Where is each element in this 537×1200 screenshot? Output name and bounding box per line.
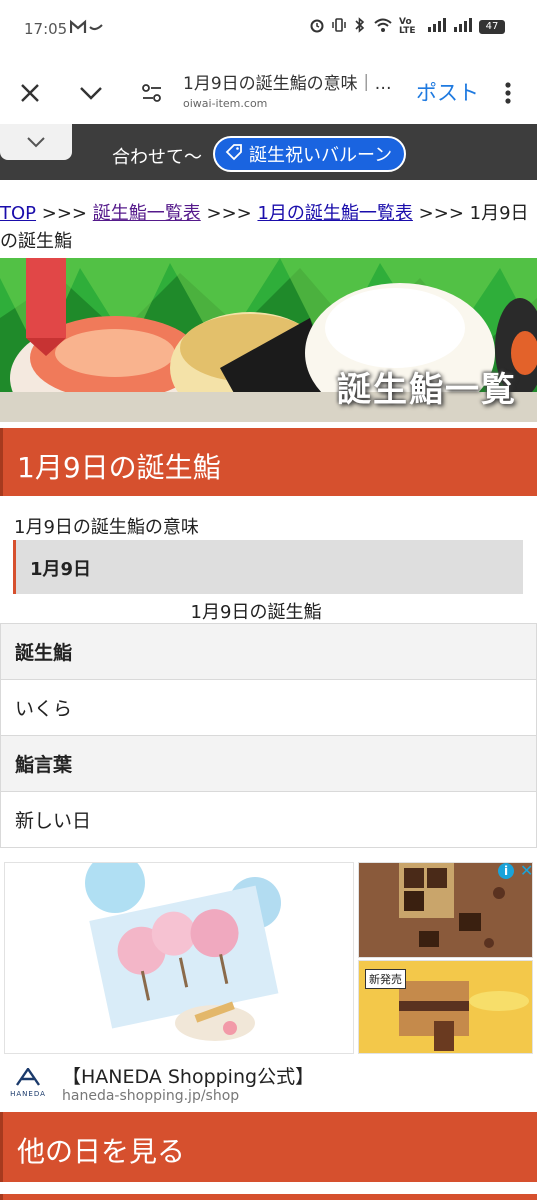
section-heading: 1月9日の誕生鮨: [0, 428, 537, 496]
alarm-icon: [309, 17, 325, 37]
battery-icon: 47: [479, 20, 505, 34]
hero-image: 誕生鮨一覧: [0, 258, 537, 422]
gmail-icon: [69, 19, 104, 39]
status-indicators: Vo LTE 47: [309, 17, 505, 37]
page-title: 1月9日の誕生鮨の意味｜…: [183, 74, 392, 94]
breadcrumb-sep: >>>: [418, 203, 464, 224]
wifi-icon: [373, 17, 393, 37]
page-url[interactable]: oiwai-item.com: [183, 97, 267, 110]
banner-overflow-text: ━━━━━━━━━━━━━━━━━━━━━━━━: [80, 124, 340, 133]
status-bar: 17:05 Vo LTE 47: [0, 0, 537, 62]
breadcrumb: TOP >>> 誕生鮨一覧表 >>> 1月の誕生鮨一覧表 >>> 1月9日の誕生…: [0, 200, 537, 256]
browser-toolbar: 1月9日の誕生鮨の意味｜… oiwai-item.com ポスト: [0, 62, 537, 124]
more-options-icon[interactable]: [491, 76, 525, 110]
advertisement[interactable]: 新発売 i ✕ HANEDA 【HANEDA Shopping公式】 haned…: [0, 858, 537, 1108]
chevron-down-icon[interactable]: [74, 76, 108, 110]
bluetooth-icon: [353, 17, 367, 37]
ad-choices[interactable]: i ✕: [498, 861, 533, 880]
status-time: 17:05: [24, 20, 68, 38]
table-caption: 1月9日の誕生鮨: [190, 602, 322, 623]
close-icon[interactable]: [13, 76, 47, 110]
ad-info-icon[interactable]: i: [498, 862, 514, 879]
table-cell-value: いくら: [0, 679, 537, 736]
balloon-link-label: 誕生祝いバルーン: [249, 145, 393, 166]
collapse-banner-button[interactable]: [0, 124, 72, 160]
breadcrumb-sep: >>>: [206, 203, 252, 224]
ad-domain[interactable]: haneda-shopping.jp/shop: [62, 1088, 239, 1104]
vibrate-icon: [331, 17, 347, 37]
breadcrumb-sep: >>>: [41, 203, 88, 224]
breadcrumb-month[interactable]: 1月の誕生鮨一覧表: [257, 203, 412, 224]
ad-close-icon[interactable]: ✕: [520, 861, 533, 880]
breadcrumb-top[interactable]: TOP: [0, 203, 36, 224]
table-cell-label: 誕生鮨: [0, 623, 537, 680]
new-release-badge: 新発売: [365, 969, 406, 989]
ad-headline[interactable]: 【HANEDA Shopping公式】: [62, 1062, 314, 1089]
post-button[interactable]: ポスト: [416, 77, 479, 107]
table-cell-value: 新しい日: [0, 791, 537, 848]
haneda-logo: HANEDA: [8, 1066, 48, 1098]
signal-icon-2: [453, 18, 473, 36]
other-days-heading: 他の日を見る: [0, 1112, 537, 1182]
table-cell-label: 鮨言葉: [0, 735, 537, 792]
table-row: 新しい日: [0, 791, 537, 848]
hero-label: 誕生鮨一覧: [337, 370, 517, 410]
next-section-heading: [0, 1194, 537, 1200]
banner-text: 合わせて～: [112, 147, 202, 168]
ad-main-image[interactable]: [4, 862, 354, 1054]
breadcrumb-list[interactable]: 誕生鮨一覧表: [93, 203, 201, 224]
chevron-down-icon: [27, 137, 45, 148]
balloon-link-button[interactable]: 誕生祝いバルーン: [213, 136, 407, 172]
ad-cake-image[interactable]: 新発売: [358, 960, 533, 1054]
airplane-logo-icon: [16, 1066, 40, 1086]
sakura-box-image: [5, 863, 353, 1053]
network-label: Vo LTE: [399, 17, 416, 36]
sushi-table: 誕生鮨 いくら 鮨言葉 新しい日: [0, 623, 537, 848]
table-row: 鮨言葉: [0, 735, 537, 792]
table-row: 誕生鮨: [0, 623, 537, 680]
brand-name: HANEDA: [10, 1090, 46, 1098]
tag-icon: [225, 143, 243, 166]
date-box: 1月9日: [13, 540, 523, 594]
meaning-title: 1月9日の誕生鮨の意味: [14, 517, 199, 538]
table-row: いくら: [0, 679, 537, 736]
site-settings-icon[interactable]: [135, 76, 169, 110]
signal-icon: [427, 18, 447, 36]
related-banner: ━━━━━━━━━━━━━━━━━━━━━━━━ 合わせて～ 誕生祝いバルーン: [0, 124, 537, 180]
